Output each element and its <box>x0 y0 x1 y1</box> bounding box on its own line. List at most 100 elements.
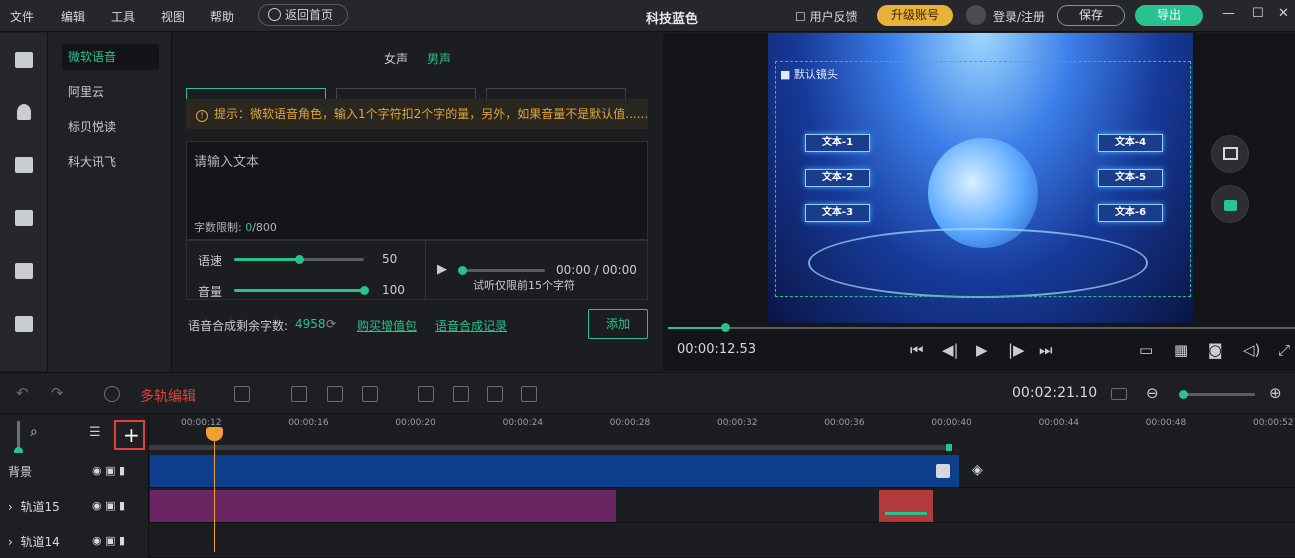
subtitle-icon[interactable] <box>15 210 33 226</box>
engine-microsoft[interactable]: 微软语音 <box>62 44 159 70</box>
grid-icon[interactable]: ▦ <box>1174 341 1188 359</box>
work-area-bar[interactable] <box>149 445 949 450</box>
fit-screen-button[interactable] <box>1211 135 1249 173</box>
preview-canvas[interactable]: ■ 默认镜头 文本-1 文本-2 文本-3 文本-4 文本-5 文本-6 <box>768 33 1193 323</box>
tab-male[interactable]: 男声 <box>427 50 451 67</box>
undo-icon[interactable]: ↶ <box>16 384 29 402</box>
buy-package-link[interactable]: 购买增值包 <box>357 317 417 334</box>
image-edit-icon[interactable] <box>418 386 434 402</box>
work-area-end[interactable] <box>946 444 952 451</box>
track-manage-icon[interactable]: ☰ <box>89 425 101 440</box>
upgrade-button[interactable]: 升级账号 <box>877 5 953 26</box>
audio-volume-line[interactable] <box>885 512 927 515</box>
zoom-in-icon[interactable]: ⊕ <box>1269 384 1282 402</box>
refresh-icon[interactable]: ⟳ <box>326 317 336 331</box>
fit-timeline-icon[interactable] <box>1111 388 1127 400</box>
volume-slider-knob[interactable] <box>360 286 369 295</box>
timeline-ruler[interactable]: 00:00:12 00:00:16 00:00:20 00:00:24 00:00:28… <box>149 415 1295 453</box>
login-link[interactable]: 登录/注册 <box>993 8 1045 25</box>
text-box[interactable]: 文本-2 <box>805 169 870 187</box>
playback-knob[interactable] <box>721 323 730 332</box>
skip-end-icon[interactable]: ⏭ <box>1039 341 1053 359</box>
crop-icon[interactable] <box>291 386 307 402</box>
audition-knob[interactable] <box>458 266 467 275</box>
trash-icon[interactable]: ▮ <box>119 499 125 512</box>
lock-button[interactable] <box>1211 185 1249 223</box>
text-box[interactable]: 文本-4 <box>1098 134 1163 152</box>
copy-icon[interactable] <box>327 386 343 402</box>
home-button[interactable]: 返回首页 <box>258 4 348 26</box>
zoom-knob[interactable] <box>1179 390 1188 399</box>
feedback-link[interactable]: ☐ 用户反馈 <box>795 8 858 25</box>
next-frame-icon[interactable]: |▶ <box>1008 341 1025 359</box>
film-icon[interactable] <box>15 52 33 68</box>
text-input[interactable]: 请输入文本 字数限制: 0/800 <box>186 141 648 240</box>
add-track-button[interactable]: + <box>114 420 145 450</box>
track15-clip[interactable] <box>150 490 616 522</box>
split-icon[interactable] <box>234 386 250 402</box>
expand-icon[interactable]: › <box>8 500 13 514</box>
fullscreen-icon[interactable]: ⤢ <box>1278 341 1290 359</box>
edit-icon[interactable] <box>487 386 503 402</box>
text-box[interactable]: 文本-1 <box>805 134 870 152</box>
music-icon[interactable] <box>17 104 31 120</box>
speed-slider-knob[interactable] <box>295 255 304 264</box>
eye-icon[interactable]: ◉ <box>92 464 102 477</box>
filter-icon[interactable] <box>15 263 33 279</box>
track-height-slider[interactable] <box>14 421 23 456</box>
expand-icon[interactable]: › <box>8 535 13 549</box>
redo-icon[interactable]: ↷ <box>51 384 64 402</box>
eye-icon[interactable]: ◉ <box>92 499 102 512</box>
menu-tools[interactable]: 工具 <box>111 8 135 25</box>
play-icon[interactable]: ▶ <box>976 341 988 359</box>
engine-biaobei[interactable]: 标贝悦读 <box>62 114 159 140</box>
background-clip[interactable] <box>150 455 959 487</box>
playback-progress[interactable] <box>668 323 1295 332</box>
export-button[interactable]: 导出 <box>1135 5 1203 26</box>
lock-icon[interactable]: ▣ <box>105 534 115 547</box>
maximize-icon[interactable]: ☐ <box>1252 6 1264 21</box>
plugin-icon[interactable] <box>15 316 33 332</box>
trash-icon[interactable]: ▮ <box>119 534 125 547</box>
snapshot-icon[interactable]: ◙ <box>1208 341 1223 359</box>
zoom-out-icon[interactable]: ⊖ <box>1146 384 1159 402</box>
volume-icon[interactable]: ◁) <box>1243 341 1260 359</box>
playhead-line[interactable] <box>214 427 215 552</box>
audition-progress[interactable] <box>458 266 545 275</box>
transition-icon[interactable]: ◈ <box>972 462 983 478</box>
menu-file[interactable]: 文件 <box>10 8 34 25</box>
engine-aliyun[interactable]: 阿里云 <box>62 79 159 105</box>
magnet-icon[interactable]: ⌕ <box>30 424 38 440</box>
engine-iflytek[interactable]: 科大讯飞 <box>62 149 159 175</box>
lock-icon[interactable]: ▣ <box>105 499 115 512</box>
menu-view[interactable]: 视图 <box>161 8 185 25</box>
delete-icon[interactable] <box>362 386 378 402</box>
tab-female[interactable]: 女声 <box>384 50 408 67</box>
add-button[interactable]: 添加 <box>588 309 648 339</box>
text-box[interactable]: 文本-6 <box>1098 204 1163 222</box>
text-icon[interactable] <box>15 157 33 173</box>
synthesis-history-link[interactable]: 语音合成记录 <box>435 317 507 334</box>
eye-icon[interactable]: ◉ <box>92 534 102 547</box>
timeline-zoom-slider[interactable] <box>1179 390 1255 399</box>
text-box[interactable]: 文本-3 <box>805 204 870 222</box>
close-icon[interactable]: ✕ <box>1278 6 1289 21</box>
play-icon[interactable]: ▶ <box>437 262 447 277</box>
menu-help[interactable]: 帮助 <box>210 8 234 25</box>
volume-slider[interactable] <box>234 286 369 295</box>
layers-icon[interactable] <box>521 386 537 402</box>
minimize-icon[interactable]: — <box>1222 6 1235 21</box>
audio-clip[interactable] <box>879 490 933 522</box>
skip-start-icon[interactable]: ⏮ <box>910 341 924 359</box>
trash-icon[interactable]: ▮ <box>119 464 125 477</box>
clip-fx-icon[interactable] <box>936 464 950 478</box>
prev-frame-icon[interactable]: ◀| <box>942 341 959 359</box>
menu-edit[interactable]: 编辑 <box>61 8 85 25</box>
avatar-icon[interactable] <box>966 5 986 25</box>
save-button[interactable]: 保存 <box>1057 5 1125 26</box>
stamp-icon[interactable] <box>453 386 469 402</box>
lock-icon[interactable]: ▣ <box>105 464 115 477</box>
text-box[interactable]: 文本-5 <box>1098 169 1163 187</box>
screen-record-icon[interactable]: ▭ <box>1139 341 1153 359</box>
speed-slider[interactable] <box>234 255 364 264</box>
